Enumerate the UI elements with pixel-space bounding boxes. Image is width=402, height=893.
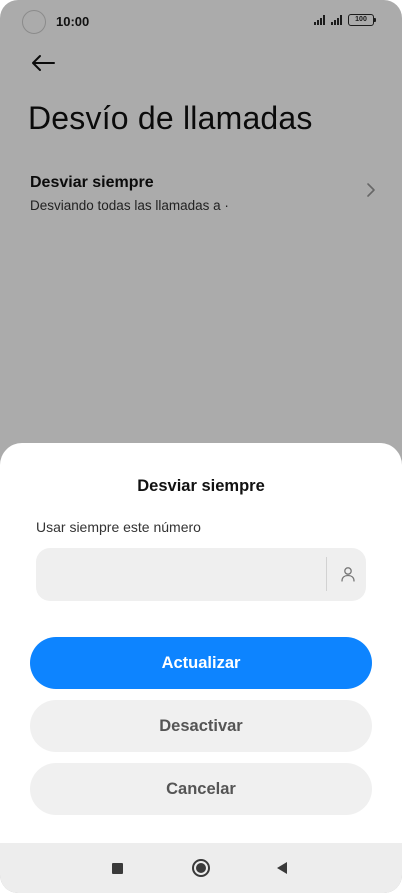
person-icon [341,567,355,582]
cancel-button[interactable]: Cancelar [30,763,372,815]
update-button[interactable]: Actualizar [30,637,372,689]
circle-icon[interactable] [192,859,210,877]
number-field [36,548,366,603]
dialog-title: Desviar siempre [137,477,265,495]
phone-number-input[interactable] [50,548,324,603]
phone-screen: 10:00 100 Desvío de llamadas Desviar sie… [0,0,402,893]
bottom-sheet-dialog: Desviar siempre Usar siempre este número… [0,443,402,843]
field-label: Usar siempre este número [36,519,201,535]
navigation-bar [0,843,402,893]
deactivate-button[interactable]: Desactivar [30,700,372,752]
square-icon[interactable] [112,863,123,874]
triangle-back-icon[interactable] [277,862,287,874]
contact-picker-button[interactable] [336,562,360,586]
field-divider [326,557,327,591]
